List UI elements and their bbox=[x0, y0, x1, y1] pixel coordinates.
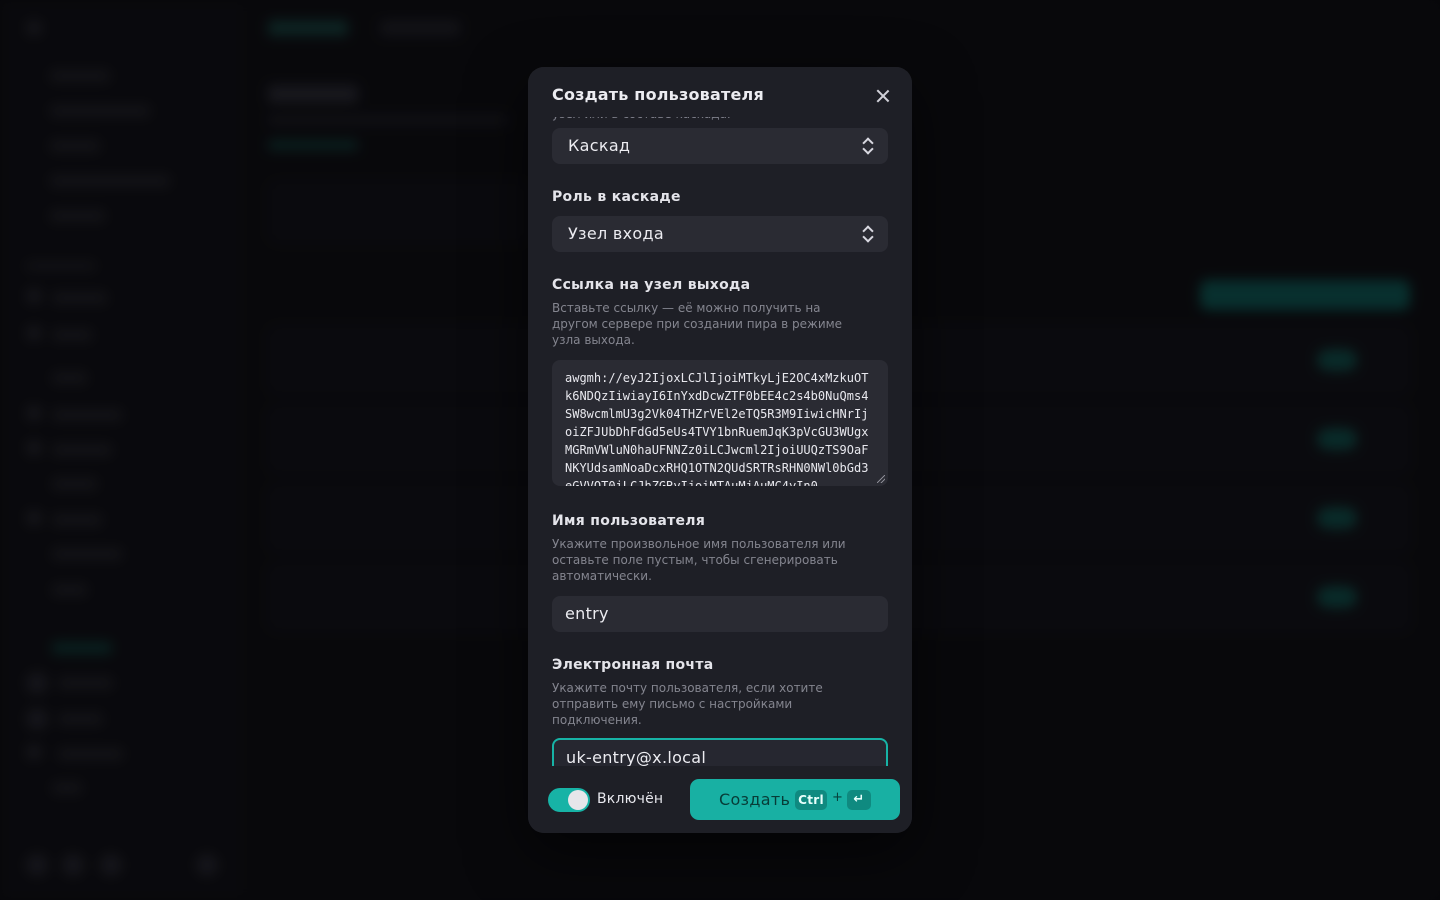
username-input[interactable]: entry bbox=[552, 596, 888, 632]
resize-handle-icon[interactable] bbox=[877, 475, 885, 483]
email-help: Укажите почту пользователя, если хотите … bbox=[552, 681, 823, 727]
close-icon[interactable] bbox=[872, 85, 894, 107]
chevron-up-down-icon bbox=[862, 136, 874, 156]
modal-footer: Включён Создать Ctrl + ↵ bbox=[528, 766, 912, 833]
exit-link-value: awgmh://eyJ2IjoxLCJlIjoiMTkyLjE2OC4xMzku… bbox=[565, 371, 869, 486]
chevron-up-down-icon bbox=[862, 224, 874, 244]
modal-header: Создать пользователя bbox=[528, 67, 912, 117]
enabled-label: Включён bbox=[597, 791, 664, 807]
type-select[interactable]: Каскад bbox=[552, 128, 888, 164]
username-help: Укажите произвольное имя пользователя ил… bbox=[552, 537, 846, 583]
enter-key-icon: ↵ bbox=[847, 790, 871, 810]
role-select-value: Узел входа bbox=[568, 224, 664, 243]
exit-link-help: Вставьте ссылку — её можно получить на д… bbox=[552, 301, 843, 347]
kbd-plus: + bbox=[832, 790, 844, 805]
role-select[interactable]: Узел входа bbox=[552, 216, 888, 252]
type-select-value: Каскад bbox=[568, 136, 631, 155]
modal-title: Создать пользователя bbox=[552, 85, 764, 104]
kbd-ctrl: Ctrl bbox=[795, 790, 827, 810]
role-label: Роль в каскаде bbox=[552, 189, 681, 205]
exit-link-textarea[interactable]: awgmh://eyJ2IjoxLCJlIjoiMTkyLjE2OC4xMzku… bbox=[552, 360, 888, 486]
exit-link-label: Ссылка на узел выхода bbox=[552, 277, 751, 293]
username-label: Имя пользователя bbox=[552, 513, 706, 529]
email-label: Электронная почта bbox=[552, 657, 714, 673]
create-button[interactable]: Создать Ctrl + ↵ bbox=[690, 779, 900, 820]
create-button-label: Создать bbox=[719, 790, 791, 809]
toggle-knob bbox=[568, 790, 588, 810]
enabled-toggle[interactable] bbox=[548, 788, 590, 812]
create-user-modal: Создать пользователя узел или в составе … bbox=[528, 67, 912, 833]
